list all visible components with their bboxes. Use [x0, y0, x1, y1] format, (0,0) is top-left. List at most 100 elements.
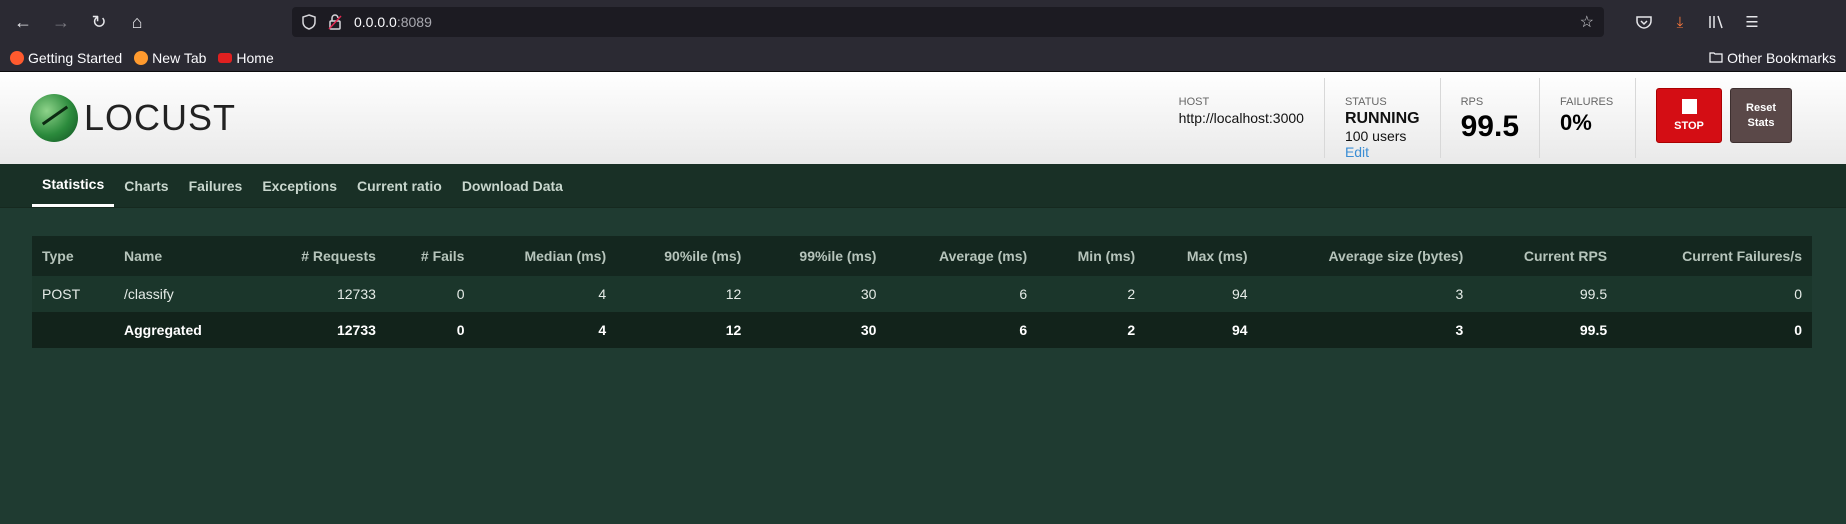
url-text: 0.0.0.0:8089	[354, 14, 432, 30]
url-host: 0.0.0.0	[354, 14, 397, 30]
bookmark-star-icon[interactable]: ☆	[1580, 12, 1594, 32]
col-min[interactable]: Min (ms)	[1037, 236, 1146, 276]
host-box: HOST http://localhost:3000	[1159, 78, 1325, 158]
cell-current-failures: 0	[1617, 276, 1812, 312]
back-arrow-icon[interactable]: ←	[8, 7, 38, 37]
cell-99ile: 30	[751, 312, 887, 348]
tab-exceptions[interactable]: Exceptions	[252, 164, 347, 207]
bookmark-home[interactable]: Home	[218, 49, 274, 66]
host-label: HOST	[1178, 96, 1210, 108]
reload-icon[interactable]: ↻	[84, 7, 114, 37]
cell-average-size: 3	[1257, 312, 1474, 348]
locust-header: LOCUST HOST http://localhost:3000 STATUS…	[0, 72, 1846, 164]
rps-value: 99.5	[1460, 110, 1519, 143]
cell-max: 94	[1145, 312, 1258, 348]
cell-current-rps: 99.5	[1473, 312, 1618, 348]
locust-logo-icon	[30, 94, 78, 142]
menu-icon[interactable]: ☰	[1734, 7, 1770, 37]
cell-min: 2	[1037, 312, 1146, 348]
reset-stats-button[interactable]: Reset Stats	[1730, 88, 1792, 143]
library-icon[interactable]	[1698, 7, 1734, 37]
table-header-row: Type Name # Requests # Fails Median (ms)…	[32, 236, 1812, 276]
cell-requests: 12733	[254, 312, 386, 348]
host-value: http://localhost:3000	[1178, 110, 1304, 126]
other-bookmarks-label: Other Bookmarks	[1727, 49, 1836, 66]
failures-value: 0%	[1560, 110, 1592, 135]
cell-current-rps: 99.5	[1473, 276, 1618, 312]
shield-icon[interactable]	[302, 14, 316, 30]
cell-type: POST	[32, 276, 114, 312]
edit-link[interactable]: Edit	[1345, 144, 1420, 160]
stats-table: Type Name # Requests # Fails Median (ms)…	[32, 236, 1812, 348]
pocket-icon[interactable]	[1626, 7, 1662, 37]
col-average[interactable]: Average (ms)	[886, 236, 1038, 276]
lock-insecure-icon[interactable]	[328, 14, 342, 30]
url-port: :8089	[396, 14, 432, 30]
col-99ile[interactable]: 99%ile (ms)	[751, 236, 887, 276]
tab-charts[interactable]: Charts	[114, 164, 178, 207]
col-current-failures[interactable]: Current Failures/s	[1617, 236, 1812, 276]
status-box: STATUS RUNNING 100 users Edit	[1325, 78, 1441, 160]
cell-type	[32, 312, 114, 348]
locust-logo: LOCUST	[30, 94, 236, 142]
tab-failures[interactable]: Failures	[179, 164, 253, 207]
table-row: POST /classify 12733 0 4 12 30 6 2 94 3 …	[32, 276, 1812, 312]
stop-label: STOP	[1674, 120, 1704, 132]
firefox-icon	[10, 50, 24, 65]
failures-box: FAILURES 0%	[1540, 78, 1636, 158]
home-icon[interactable]: ⌂	[122, 7, 152, 37]
col-requests[interactable]: # Requests	[254, 236, 386, 276]
download-icon[interactable]: ⤓	[1662, 7, 1698, 37]
bookmark-new-tab[interactable]: New Tab	[134, 50, 206, 66]
firefox-icon	[134, 50, 149, 65]
tab-statistics[interactable]: Statistics	[32, 164, 115, 207]
col-average-size[interactable]: Average size (bytes)	[1257, 236, 1474, 276]
cell-name: Aggregated	[114, 312, 254, 348]
failures-label: FAILURES	[1560, 96, 1614, 108]
youtube-icon	[218, 52, 233, 63]
cell-90ile: 12	[616, 312, 752, 348]
main-content: Type Name # Requests # Fails Median (ms)…	[0, 208, 1846, 348]
bookmarks-bar: Getting Started New Tab Home Other Bookm…	[0, 44, 1846, 72]
bookmark-label: New Tab	[152, 49, 207, 66]
status-label: STATUS	[1344, 96, 1387, 108]
other-bookmarks[interactable]: Other Bookmarks	[1709, 50, 1836, 66]
header-stats: HOST http://localhost:3000 STATUS RUNNIN…	[1159, 72, 1792, 164]
stop-button[interactable]: STOP	[1656, 88, 1722, 143]
col-90ile[interactable]: 90%ile (ms)	[616, 236, 752, 276]
stop-icon	[1681, 99, 1697, 114]
cell-median: 4	[474, 312, 617, 348]
status-value: RUNNING	[1344, 110, 1420, 127]
cell-fails: 0	[385, 312, 475, 348]
cell-average-size: 3	[1257, 276, 1474, 312]
cell-fails: 0	[385, 276, 475, 312]
col-current-rps[interactable]: Current RPS	[1473, 236, 1618, 276]
url-bar[interactable]: 0.0.0.0:8089 ☆	[292, 7, 1604, 37]
tab-download-data[interactable]: Download Data	[452, 164, 573, 207]
forward-arrow-icon[interactable]: →	[46, 7, 76, 37]
col-max[interactable]: Max (ms)	[1145, 236, 1258, 276]
cell-min: 2	[1037, 276, 1146, 312]
bookmark-label: Getting Started	[28, 49, 123, 66]
cell-99ile: 30	[751, 276, 887, 312]
user-count: 100 users	[1344, 128, 1407, 144]
cell-average: 6	[886, 276, 1038, 312]
cell-current-failures: 0	[1617, 312, 1812, 348]
rps-box: RPS 99.5	[1441, 78, 1540, 158]
col-fails[interactable]: # Fails	[385, 236, 475, 276]
main-tabs: Statistics Charts Failures Exceptions Cu…	[0, 164, 1846, 208]
folder-icon	[1709, 50, 1723, 66]
col-name[interactable]: Name	[114, 236, 254, 276]
cell-requests: 12733	[254, 276, 386, 312]
tab-current-ratio[interactable]: Current ratio	[347, 164, 452, 207]
cell-median: 4	[474, 276, 617, 312]
cell-name: /classify	[114, 276, 254, 312]
col-median[interactable]: Median (ms)	[474, 236, 617, 276]
cell-90ile: 12	[616, 276, 752, 312]
bookmark-getting-started[interactable]: Getting Started	[10, 50, 122, 66]
cell-average: 6	[886, 312, 1038, 348]
cell-max: 94	[1145, 276, 1258, 312]
bookmark-label: Home	[236, 49, 274, 66]
aggregated-row: Aggregated 12733 0 4 12 30 6 2 94 3 99.5…	[32, 312, 1812, 348]
col-type[interactable]: Type	[32, 236, 114, 276]
